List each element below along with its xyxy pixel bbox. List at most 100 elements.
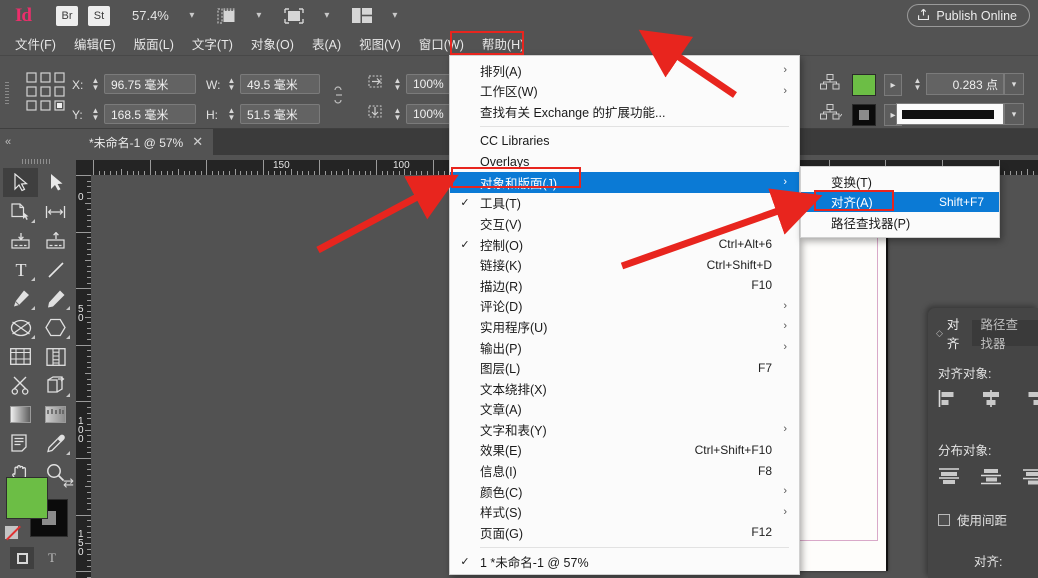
stroke-weight-input[interactable]: 0.283 点 (926, 73, 1004, 95)
window-menu-item-4[interactable]: Overlays (450, 151, 799, 172)
tool-scissors[interactable] (3, 371, 38, 400)
tool-gradient-swatch[interactable] (3, 400, 38, 429)
window-menu-item-2[interactable]: 查找有关 Exchange 的扩展功能... (450, 101, 799, 122)
menu-view[interactable]: 视图(V) (350, 32, 410, 55)
use-spacing-checkbox[interactable]: 使用间距 (938, 510, 1007, 529)
stroke-color-swatch[interactable] (852, 104, 876, 126)
format-container-icon[interactable] (10, 547, 34, 569)
fill-swatch[interactable] (6, 477, 48, 519)
stock-button[interactable]: St (88, 5, 110, 26)
fill-swatch-dropdown[interactable]: ▸ (884, 74, 902, 96)
menu-type[interactable]: 文字(T) (183, 32, 242, 55)
window-menu-item-17[interactable]: 文字和表(Y) › (450, 419, 799, 440)
window-menu-item-11[interactable]: 评论(D) › (450, 296, 799, 317)
view-options-icon[interactable] (217, 8, 236, 24)
tool-ellipse-frame[interactable] (3, 313, 38, 342)
window-menu-item-12[interactable]: 实用程序(U) › (450, 316, 799, 337)
window-menu-item-19[interactable]: 信息(I) F8 (450, 460, 799, 481)
publish-online-button[interactable]: Publish Online (907, 4, 1030, 27)
window-menu-item-0[interactable]: 排列(A) › (450, 60, 799, 81)
tool-free-transform[interactable] (38, 371, 73, 400)
arrange-documents-chevron-icon[interactable]: ▾ (388, 10, 402, 21)
align-left-edges-button[interactable] (938, 388, 960, 408)
tool-note[interactable] (3, 429, 38, 458)
tool-gradient-feather[interactable] (38, 400, 73, 429)
zoom-level-value[interactable]: 57.4% (132, 8, 169, 23)
document-tab[interactable]: *未命名-1 @ 57% ✕ (75, 129, 214, 155)
none-swatch-icon[interactable] (4, 525, 19, 540)
window-menu-item-6[interactable]: ✓ 工具(T) (450, 193, 799, 214)
stroke-weight-stepper[interactable]: ▲ ▼ (912, 77, 923, 92)
scale-x-stepper[interactable]: ▲ ▼ (392, 77, 403, 92)
tool-rectangle-frame[interactable] (3, 342, 38, 371)
tool-eyedropper[interactable] (38, 429, 73, 458)
object-layout-submenu-item-2[interactable]: 路径查找器(P) (801, 212, 999, 233)
tab-align[interactable]: ◇ 对齐 (928, 318, 973, 351)
fill-color-swatch[interactable] (852, 74, 876, 96)
window-menu-dropdown[interactable]: 排列(A) › 工作区(W) › 查找有关 Exchange 的扩展功能... CC Li… (449, 55, 800, 576)
window-menu-item-22[interactable]: 页面(G) F12 (450, 522, 799, 543)
distribute-top-edges-button[interactable] (938, 466, 960, 486)
menu-edit[interactable]: 编辑(E) (65, 32, 125, 55)
screen-mode-icon[interactable] (284, 7, 304, 24)
window-menu-item-20[interactable]: 颜色(C) › (450, 481, 799, 502)
screen-mode-chevron-icon[interactable]: ▾ (320, 10, 334, 21)
tool-pencil[interactable] (38, 284, 73, 313)
tool-type[interactable]: T (3, 255, 38, 284)
constrain-proportions-icon[interactable] (332, 86, 346, 109)
select-next-object-icon[interactable] (820, 104, 843, 125)
y-stepper[interactable]: ▲ ▼ (90, 107, 101, 122)
stroke-style-dropdown[interactable]: ▾ (1004, 103, 1024, 125)
h-stepper[interactable]: ▲ ▼ (226, 107, 237, 122)
tool-content-collector[interactable] (3, 226, 38, 255)
tool-page[interactable] (3, 197, 38, 226)
ruler-origin-corner[interactable] (76, 160, 91, 175)
menu-table[interactable]: 表(A) (303, 32, 350, 55)
window-menu-item-21[interactable]: 样式(S) › (450, 501, 799, 522)
tool-line[interactable] (38, 255, 73, 284)
tool-direct-selection[interactable] (38, 168, 73, 197)
menu-file[interactable]: 文件(F) (6, 32, 65, 55)
use-spacing-checkbox-box[interactable] (938, 513, 950, 526)
menu-layout[interactable]: 版面(L) (125, 32, 183, 55)
tool-column[interactable] (38, 342, 73, 371)
window-menu-item-3[interactable]: CC Libraries (450, 131, 799, 152)
window-menu-item-23[interactable]: ✓ 1 *未命名-1 @ 57% (450, 552, 799, 573)
reference-point-selector[interactable] (26, 72, 66, 119)
object-layout-submenu-item-0[interactable]: 变换(T) (801, 171, 999, 192)
stroke-style-preview[interactable] (896, 103, 1004, 125)
window-menu-item-15[interactable]: 文本绕排(X) (450, 378, 799, 399)
select-container-icon[interactable] (820, 74, 840, 95)
w-input[interactable]: 49.5 毫米 (240, 74, 320, 94)
align-horizontal-centers-button[interactable] (980, 388, 1002, 408)
tool-polygon[interactable] (38, 313, 73, 342)
panel-collapse-button[interactable]: « (0, 129, 75, 155)
object-layout-submenu-item-1[interactable]: ✓ 对齐(A) Shift+F7 (801, 191, 999, 213)
align-right-edges-button[interactable] (1022, 388, 1038, 408)
menu-help[interactable]: 帮助(H) (473, 32, 533, 55)
swap-fill-stroke-icon[interactable]: ⇄ (63, 475, 74, 491)
scale-y-stepper[interactable]: ▲ ▼ (392, 107, 403, 122)
window-menu-item-5[interactable]: 对象和版面(J) › (450, 171, 799, 193)
stroke-weight-dropdown[interactable]: ▾ (1004, 73, 1024, 95)
window-menu-item-14[interactable]: 图层(L) F7 (450, 357, 799, 378)
window-menu-item-10[interactable]: 描边(R) F10 (450, 275, 799, 296)
window-menu-item-13[interactable]: 输出(P) › (450, 337, 799, 358)
distribute-vertical-centers-button[interactable] (980, 466, 1002, 486)
window-menu-item-9[interactable]: 链接(K) Ctrl+Shift+D (450, 254, 799, 275)
tool-pen[interactable] (3, 284, 38, 313)
x-stepper[interactable]: ▲ ▼ (90, 77, 101, 92)
w-stepper[interactable]: ▲ ▼ (226, 77, 237, 92)
menu-object[interactable]: 对象(O) (242, 32, 303, 55)
h-input[interactable]: 51.5 毫米 (240, 104, 320, 124)
window-menu-item-16[interactable]: 文章(A) (450, 399, 799, 420)
bridge-button[interactable]: Br (56, 5, 78, 26)
view-options-chevron-icon[interactable]: ▾ (252, 10, 266, 21)
x-input[interactable]: 96.75 毫米 (104, 74, 196, 94)
document-tab-close-icon[interactable]: ✕ (192, 134, 203, 150)
distribute-bottom-edges-button[interactable] (1022, 466, 1038, 486)
object-layout-submenu[interactable]: 变换(T) ✓ 对齐(A) Shift+F7 路径查找器(P) (800, 166, 1000, 238)
tools-panel-gripper[interactable] (22, 159, 52, 164)
window-menu-item-18[interactable]: 效果(E) Ctrl+Shift+F10 (450, 440, 799, 461)
y-input[interactable]: 168.5 毫米 (104, 104, 196, 124)
